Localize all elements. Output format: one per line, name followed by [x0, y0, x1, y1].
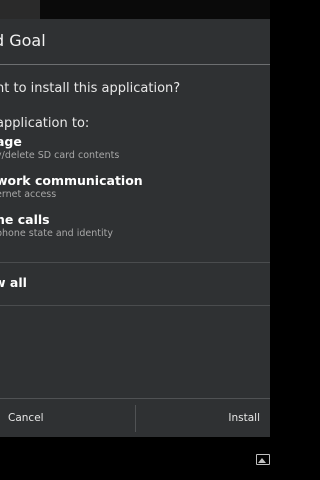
permission-title: work communication: [0, 173, 143, 188]
dialog-title: d Goal: [0, 31, 46, 50]
permission-title: age: [0, 134, 22, 149]
divider: [0, 262, 270, 263]
title-divider: [0, 64, 270, 65]
dialog-button-bar: Cancel Install: [0, 398, 270, 437]
screen: d Goal nt to install this application? a…: [0, 0, 270, 480]
permission-title: ne calls: [0, 212, 50, 227]
permission-network: work communication ernet access: [0, 173, 143, 201]
install-dialog: d Goal nt to install this application? a…: [0, 19, 270, 437]
permissions-header: application to:: [0, 116, 90, 131]
screenshot-icon[interactable]: [256, 454, 270, 465]
cancel-button[interactable]: Cancel: [0, 399, 135, 437]
install-question: nt to install this application?: [0, 81, 181, 96]
divider: [0, 305, 270, 306]
status-bar: [0, 0, 270, 19]
permission-storage: age y/delete SD card contents: [0, 134, 119, 162]
permission-description: ernet access: [0, 189, 57, 200]
show-all-button[interactable]: w all: [0, 275, 27, 291]
permission-phone-calls: ne calls phone state and identity: [0, 212, 113, 240]
permission-description: phone state and identity: [0, 228, 113, 239]
navigation-bar: [0, 437, 270, 480]
status-bar-shade: [0, 0, 40, 19]
permission-description: y/delete SD card contents: [0, 150, 120, 161]
install-button[interactable]: Install: [136, 399, 270, 437]
image-glyph: [258, 458, 266, 463]
